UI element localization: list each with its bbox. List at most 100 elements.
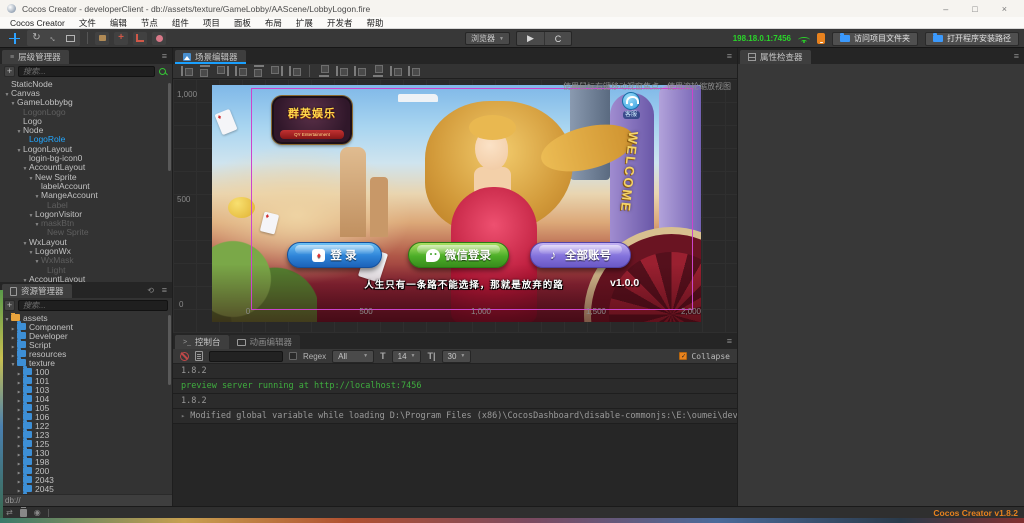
expand-arrow-icon[interactable] — [15, 367, 23, 377]
console-filter-input[interactable] — [209, 351, 283, 362]
expand-arrow-icon[interactable] — [15, 385, 23, 395]
expand-arrow-icon[interactable] — [9, 349, 17, 359]
expand-arrow-icon[interactable] — [15, 484, 23, 494]
hierarchy-node-row[interactable]: LogonLogo — [0, 107, 172, 116]
assets-search-input[interactable] — [18, 300, 168, 311]
expand-arrow-icon[interactable] — [9, 340, 17, 350]
menu-item[interactable]: 文件 — [79, 17, 96, 29]
align-hcenter-icon[interactable] — [254, 65, 264, 77]
expand-arrow-icon[interactable] — [15, 376, 23, 386]
maximize-button[interactable]: □ — [972, 4, 977, 14]
hierarchy-node-row[interactable]: Light — [0, 265, 172, 274]
clear-console-icon[interactable] — [180, 352, 189, 361]
line-height-dropdown[interactable]: 30 ▼ — [442, 350, 472, 363]
assets-scrollbar[interactable] — [168, 315, 171, 385]
tab-assets[interactable]: 资源管理器 — [2, 284, 72, 298]
distribute-left-icon[interactable] — [354, 66, 366, 76]
hierarchy-node-row[interactable]: StaticNode — [0, 79, 172, 88]
expand-arrow-icon[interactable] — [15, 457, 23, 467]
expand-arrow-icon[interactable] — [15, 439, 23, 449]
rotate-tool-button[interactable]: ↻ — [29, 31, 44, 45]
open-install-path-button[interactable]: 打开程序安装路径 — [925, 32, 1019, 46]
position-gizmo-button[interactable]: + — [114, 32, 128, 45]
game-wechat-login-button[interactable]: 微信登录 — [408, 242, 509, 268]
hierarchy-node-row[interactable]: LogoRole — [0, 135, 172, 144]
rect-tool-button[interactable] — [63, 31, 78, 45]
pivot-gizmo-button[interactable] — [152, 32, 166, 45]
hierarchy-scrollbar[interactable] — [168, 83, 171, 171]
add-node-button[interactable]: + — [4, 66, 15, 77]
device-icon[interactable] — [817, 33, 825, 44]
hierarchy-node-row[interactable]: LogonWx — [0, 246, 172, 255]
hierarchy-node-row[interactable]: WxLayout — [0, 237, 172, 246]
align-vcenter-icon[interactable] — [200, 65, 210, 77]
panel-menu-icon[interactable]: ≡ — [727, 337, 732, 346]
hierarchy-node-row[interactable]: LogonVisitor — [0, 209, 172, 218]
collapse-checkbox[interactable] — [679, 352, 687, 360]
distribute-hcenter-icon[interactable] — [373, 65, 383, 77]
hierarchy-node-row[interactable]: maskBtn — [0, 218, 172, 227]
distribute-right-icon[interactable] — [390, 66, 402, 76]
sync-icon[interactable]: ⇄ — [6, 509, 13, 517]
tab-hierarchy[interactable]: ≡ 层级管理器 — [2, 50, 69, 64]
expand-arrow-icon[interactable] — [9, 331, 17, 341]
menu-item[interactable]: 扩展 — [296, 17, 313, 29]
hierarchy-node-row[interactable]: AccountLayout — [0, 163, 172, 172]
panel-menu-icon[interactable]: ≡ — [727, 52, 732, 61]
expand-arrow-icon[interactable] — [15, 430, 23, 440]
play-button[interactable]: ▶ — [517, 32, 544, 45]
hierarchy-node-row[interactable]: New Sprite — [0, 228, 172, 237]
scene-canvas[interactable]: 使用鼠标右键移动视窗焦点，使用滚轮缩放视图 1,0005000 05001,00… — [173, 79, 737, 333]
hierarchy-node-row[interactable]: MangeAccount — [0, 191, 172, 200]
menu-item[interactable]: 节点 — [141, 17, 158, 29]
assets-refresh-icon[interactable]: ⟲ — [147, 286, 154, 295]
distribute-bottom-icon[interactable] — [336, 66, 348, 76]
hierarchy-node-row[interactable]: New Sprite — [0, 172, 172, 181]
anchor-mode-button[interactable] — [95, 32, 109, 45]
tab-scene-editor[interactable]: 场景编辑器 — [175, 50, 246, 64]
hierarchy-node-row[interactable]: GameLobbybg — [0, 98, 172, 107]
link-key-icon[interactable] — [158, 67, 168, 77]
expand-arrow-icon[interactable] — [15, 412, 23, 422]
log-level-dropdown[interactable]: All ▼ — [332, 350, 374, 363]
minimize-button[interactable]: – — [943, 4, 948, 14]
expand-arrow-icon[interactable] — [15, 394, 23, 404]
hierarchy-node-row[interactable]: AccountLayout — [0, 274, 172, 282]
distribute-vcenter-icon[interactable] — [319, 65, 329, 77]
menu-app[interactable]: Cocos Creator — [10, 18, 65, 28]
scale-tool-button[interactable]: ↔ — [46, 31, 61, 45]
rect-gizmo-button[interactable] — [133, 32, 147, 45]
align-bottom-icon[interactable] — [217, 66, 229, 76]
distribute-size-icon[interactable] — [408, 66, 420, 76]
close-button[interactable]: × — [1002, 4, 1007, 14]
menu-item[interactable]: 面板 — [234, 17, 251, 29]
align-left-icon[interactable] — [235, 66, 247, 76]
expand-arrow-icon[interactable] — [9, 322, 17, 332]
menu-item[interactable]: 编辑 — [110, 17, 127, 29]
hierarchy-node-row[interactable]: LogonLayout — [0, 144, 172, 153]
expand-arrow-icon[interactable] — [15, 448, 23, 458]
expand-arrow-icon[interactable] — [21, 274, 29, 282]
asset-row[interactable]: assets — [0, 313, 172, 322]
expand-arrow-icon[interactable] — [15, 421, 23, 431]
customer-service-button[interactable]: 客服 — [616, 92, 646, 119]
tab-console[interactable]: >_ 控制台 — [175, 335, 229, 349]
menu-item[interactable]: 帮助 — [366, 17, 383, 29]
hierarchy-search-input[interactable] — [18, 66, 155, 77]
menu-item[interactable]: 开发者 — [327, 17, 353, 29]
asset-row[interactable]: Developer — [0, 331, 172, 340]
expand-arrow-icon[interactable] — [15, 475, 23, 485]
game-login-button[interactable]: 登 录 — [287, 242, 382, 268]
export-log-icon[interactable] — [195, 351, 203, 361]
asset-row[interactable]: 2046 — [0, 493, 172, 494]
asset-row[interactable]: Component — [0, 322, 172, 331]
hierarchy-node-row[interactable]: WxMask — [0, 256, 172, 265]
align-top-icon[interactable] — [181, 66, 193, 76]
refresh-button[interactable]: C — [544, 32, 571, 45]
add-asset-button[interactable]: + — [4, 300, 15, 311]
hierarchy-node-row[interactable]: Node — [0, 125, 172, 134]
expand-arrow-icon[interactable] — [15, 466, 23, 476]
hierarchy-node-row[interactable]: Logo — [0, 116, 172, 125]
hierarchy-node-row[interactable]: Canvas — [0, 88, 172, 97]
hierarchy-node-row[interactable]: login-bg-icon0 — [0, 153, 172, 162]
